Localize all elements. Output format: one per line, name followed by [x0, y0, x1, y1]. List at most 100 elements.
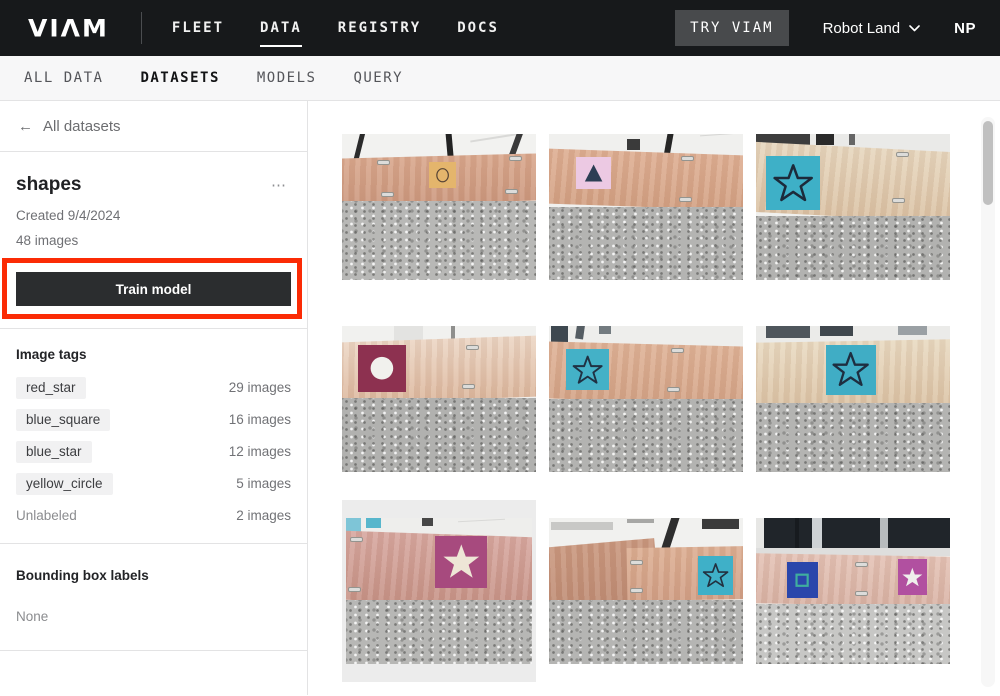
- star-outline-card: [698, 556, 733, 595]
- metal-bracket: [630, 588, 643, 593]
- nav-item-registry[interactable]: REGISTRY: [338, 20, 421, 36]
- star-outline-icon: [702, 560, 729, 591]
- overflow-menu-button[interactable]: ⋯: [267, 174, 291, 196]
- viam-logo[interactable]: VIΛM: [28, 14, 109, 42]
- metal-bracket: [671, 348, 684, 353]
- metal-bracket: [855, 562, 868, 567]
- metal-bracket: [381, 192, 394, 197]
- carpet-floor: [346, 600, 532, 664]
- tab-models[interactable]: MODELS: [257, 70, 317, 86]
- scrollbar-thumb[interactable]: [983, 121, 993, 205]
- board-corner-teal-star[interactable]: [549, 518, 743, 664]
- dataset-sidebar: ← All datasets shapes ⋯ Created 9/4/2024…: [0, 101, 308, 695]
- top-nav: VIΛM FLEET DATA REGISTRY DOCS TRY VIAM R…: [0, 0, 1000, 56]
- try-viam-button[interactable]: TRY VIAM: [675, 10, 788, 46]
- scrollbar-track[interactable]: [981, 117, 995, 687]
- dataset-summary: shapes ⋯ Created 9/4/2024 48 images Trai…: [0, 152, 307, 329]
- star-outline-card: [566, 349, 609, 390]
- tag-count: 12 images: [229, 444, 291, 459]
- star-fill-card: [898, 559, 927, 596]
- metal-bracket: [377, 160, 390, 165]
- metal-bracket: [466, 345, 479, 350]
- board-teal-star-close[interactable]: [756, 134, 950, 280]
- board-teal-star-center[interactable]: [756, 326, 950, 472]
- board-teal-star-left[interactable]: [549, 326, 743, 472]
- tag-pill-yellow-circle[interactable]: yellow_circle: [16, 473, 113, 495]
- circle-fill-icon: [363, 350, 401, 386]
- metal-bracket: [681, 156, 694, 161]
- dataset-title: shapes: [16, 174, 81, 196]
- tab-datasets[interactable]: DATASETS: [140, 70, 219, 86]
- board-pink-triangle[interactable]: [549, 134, 743, 280]
- star-outline-icon: [831, 350, 870, 389]
- tag-row: yellow_circle 5 images: [16, 472, 291, 495]
- star-outline-icon: [772, 162, 814, 204]
- metal-bracket: [892, 198, 905, 203]
- tab-query[interactable]: QUERY: [353, 70, 403, 86]
- tab-all-data[interactable]: ALL DATA: [24, 70, 103, 86]
- user-avatar[interactable]: NP: [954, 20, 976, 37]
- board-magenta-star-letterbox[interactable]: [342, 500, 536, 682]
- tag-row-unlabeled: Unlabeled 2 images: [16, 504, 291, 527]
- circle-fill-card: [358, 345, 407, 392]
- chevron-down-icon: [909, 25, 920, 32]
- board-yellow-circle[interactable]: [342, 134, 536, 280]
- carpet-floor: [756, 604, 950, 664]
- board-maroon-circle[interactable]: [342, 326, 536, 472]
- photo-thumbnail: [549, 518, 743, 664]
- image-tags-heading: Image tags: [16, 347, 291, 362]
- photo-thumbnail: [756, 134, 950, 280]
- star-outline-card: [826, 345, 876, 395]
- metal-bracket: [462, 384, 475, 389]
- photo-thumbnail: [342, 326, 536, 472]
- metal-bracket: [505, 189, 518, 194]
- dataset-image-count: 48 images: [16, 233, 291, 248]
- carpet-floor: [756, 403, 950, 472]
- back-link-label: All datasets: [43, 118, 121, 135]
- unlabeled-label: Unlabeled: [16, 508, 77, 523]
- bounding-box-section: Bounding box labels None: [0, 544, 307, 651]
- metal-bracket: [679, 197, 692, 202]
- carpet-floor: [549, 207, 743, 280]
- metal-bracket: [855, 591, 868, 596]
- tag-pill-blue-square[interactable]: blue_square: [16, 409, 110, 431]
- back-arrow-icon: ←: [18, 118, 33, 135]
- nav-item-fleet[interactable]: FLEET: [172, 20, 224, 36]
- nav-divider: [141, 12, 142, 44]
- primary-nav: FLEET DATA REGISTRY DOCS: [172, 20, 499, 36]
- metal-bracket: [509, 156, 522, 161]
- image-tags-section: Image tags red_star 29 images blue_squar…: [0, 329, 307, 544]
- train-model-button[interactable]: Train model: [16, 272, 291, 306]
- back-section: ← All datasets: [0, 101, 307, 152]
- tag-pill-red-star[interactable]: red_star: [16, 377, 86, 399]
- star-fill-icon: [901, 563, 924, 591]
- carpet-floor: [549, 600, 743, 664]
- star-outline-icon: [571, 354, 604, 386]
- data-section-tabs: ALL DATA DATASETS MODELS QUERY: [0, 56, 1000, 101]
- star-fill-card: [435, 536, 487, 589]
- metal-bracket: [350, 537, 363, 542]
- metal-bracket: [667, 387, 680, 392]
- tag-pill-blue-star[interactable]: blue_star: [16, 441, 92, 463]
- dataset-created-date: Created 9/4/2024: [16, 208, 291, 223]
- nav-item-data[interactable]: DATA: [260, 20, 302, 36]
- tag-count: 5 images: [236, 476, 291, 491]
- tag-count: 2 images: [236, 508, 291, 523]
- metal-bracket: [348, 587, 361, 592]
- carpet-floor: [756, 216, 950, 280]
- photo-thumbnail: [549, 134, 743, 280]
- metal-bracket: [630, 560, 643, 565]
- square-outline-icon: [790, 566, 814, 594]
- photo-thumbnail: [342, 134, 536, 280]
- carpet-floor: [342, 201, 536, 280]
- nav-item-docs[interactable]: DOCS: [457, 20, 499, 36]
- photo-thumbnail: [756, 326, 950, 472]
- board-blue-square-pink-star[interactable]: [756, 518, 950, 664]
- back-all-datasets-link[interactable]: ← All datasets: [18, 118, 121, 135]
- viam-data-app: VIΛM FLEET DATA REGISTRY DOCS TRY VIAM R…: [0, 0, 1000, 696]
- triangle-fill-icon: [580, 161, 607, 186]
- image-gallery: [308, 101, 1000, 695]
- metal-bracket: [896, 152, 909, 157]
- carpet-floor: [549, 399, 743, 472]
- org-selector[interactable]: Robot Land: [823, 20, 921, 37]
